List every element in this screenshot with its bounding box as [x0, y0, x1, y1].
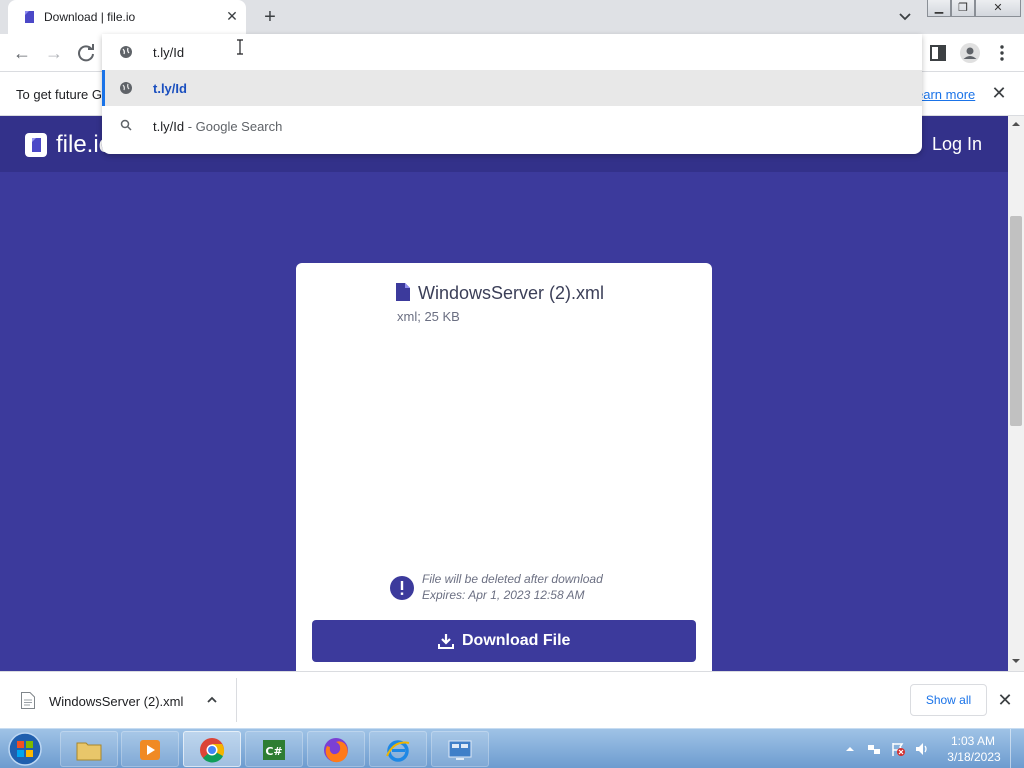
- tab-title: Download | file.io: [44, 10, 136, 24]
- page-scrollbar[interactable]: [1008, 116, 1024, 671]
- window-close-icon[interactable]: ✕: [975, 0, 1021, 17]
- search-query: t.ly/Id: [153, 119, 185, 134]
- expiry-text: Expires: Apr 1, 2023 12:58 AM: [422, 588, 585, 602]
- menu-kebab-icon[interactable]: [990, 41, 1014, 65]
- scroll-up-icon[interactable]: [1012, 120, 1020, 128]
- tab-search-chevron-icon[interactable]: [895, 8, 915, 26]
- taskbar-ie[interactable]: [369, 731, 427, 767]
- media-player-icon: [140, 740, 160, 760]
- info-bar-close-icon[interactable]: ✕: [990, 84, 1008, 102]
- tab-close-icon[interactable]: ✕: [224, 8, 240, 24]
- new-tab-plus-icon[interactable]: +: [258, 5, 282, 29]
- download-shelf-close-icon[interactable]: ✕: [996, 691, 1014, 709]
- csharp-icon: C#: [263, 740, 285, 760]
- taskbar-explorer[interactable]: [60, 731, 118, 767]
- tab-strip: Download | file.io ✕ + ▁ ❐ ✕: [0, 0, 1024, 34]
- show-all-button[interactable]: Show all: [910, 684, 987, 716]
- address-bar[interactable]: t.ly/Id: [102, 34, 922, 70]
- xml-file-icon: [21, 692, 35, 709]
- address-input[interactable]: t.ly/Id: [153, 45, 184, 60]
- action-center-flag-icon[interactable]: [890, 741, 906, 757]
- internet-explorer-icon: [386, 740, 410, 762]
- globe-icon: [120, 46, 132, 58]
- suggestion-url-text: t.ly/Id: [153, 81, 187, 96]
- network-icon[interactable]: [866, 741, 882, 757]
- forward-arrow-icon[interactable]: →: [42, 41, 66, 65]
- suggestion-search[interactable]: t.ly/Id - Google Search: [102, 108, 922, 144]
- download-card: WindowsServer (2).xml xml; 25 KB File wi…: [296, 263, 712, 671]
- chevron-up-icon[interactable]: [205, 693, 219, 707]
- login-link[interactable]: Log In: [932, 134, 982, 155]
- scrollbar-thumb[interactable]: [1010, 216, 1022, 426]
- delete-warning: File will be deleted after download: [422, 572, 603, 586]
- file-icon: [396, 283, 410, 301]
- download-icon: [438, 634, 454, 649]
- svg-text:C#: C#: [265, 745, 282, 758]
- text-cursor-icon: [237, 39, 243, 55]
- chrome-icon: [200, 738, 225, 763]
- show-desktop-button[interactable]: [1010, 729, 1024, 768]
- window-controls: ▁ ❐ ✕: [927, 0, 1021, 18]
- tab-download-fileio[interactable]: Download | file.io ✕: [8, 0, 246, 34]
- scroll-down-icon[interactable]: [1012, 657, 1020, 665]
- search-separator: -: [184, 119, 196, 134]
- downloaded-file-name[interactable]: WindowsServer (2).xml: [49, 694, 183, 709]
- search-icon: [120, 119, 132, 131]
- firefox-icon: [324, 738, 348, 763]
- suggestion-url[interactable]: t.ly/Id: [102, 70, 922, 106]
- file-name: WindowsServer (2).xml: [418, 283, 605, 303]
- search-engine-label: Google Search: [195, 119, 283, 134]
- volume-icon[interactable]: [914, 741, 930, 757]
- taskbar-media-player[interactable]: [121, 731, 179, 767]
- tray-expand-icon[interactable]: [844, 741, 856, 757]
- fileio-favicon-icon: [25, 11, 34, 23]
- suggestion-search-text: t.ly/Id - Google Search: [153, 119, 282, 134]
- download-shelf: WindowsServer (2).xml Show all ✕: [0, 671, 1024, 728]
- restore-icon[interactable]: ❐: [951, 0, 975, 17]
- file-meta: xml; 25 KB: [397, 309, 460, 324]
- page-content: file.io Log In WindowsServer (2).xml xml…: [0, 116, 1008, 671]
- fileio-logo-icon: [25, 133, 47, 157]
- start-orb-icon[interactable]: [4, 731, 46, 767]
- minimize-icon[interactable]: ▁: [927, 0, 951, 17]
- reload-icon[interactable]: [74, 41, 98, 65]
- back-arrow-icon[interactable]: ←: [10, 41, 34, 65]
- taskbar-chrome[interactable]: [183, 731, 241, 767]
- omnibox-dropdown: t.ly/Id t.ly/Id t.ly/Id - Google Search: [102, 34, 922, 154]
- clock-date[interactable]: 3/18/2023: [946, 750, 1002, 764]
- folder-icon: [76, 742, 102, 761]
- remote-desktop-icon: [448, 740, 472, 760]
- download-button-label: Download File: [462, 632, 571, 649]
- exclamation-icon: [390, 576, 414, 600]
- windows-taskbar: C# 1:03 AM 3/18/2023: [0, 728, 1024, 768]
- download-divider: [236, 678, 237, 722]
- profile-avatar-icon[interactable]: [958, 41, 982, 65]
- side-panel-icon[interactable]: [926, 41, 950, 65]
- clock-time[interactable]: 1:03 AM: [950, 734, 996, 748]
- taskbar-csharp[interactable]: C#: [245, 731, 303, 767]
- globe-icon: [120, 82, 132, 94]
- taskbar-app[interactable]: [431, 731, 489, 767]
- download-file-button[interactable]: Download File: [312, 620, 696, 662]
- info-bar-text: To get future G: [16, 87, 102, 102]
- learn-more-link[interactable]: earn more: [916, 87, 975, 102]
- taskbar-firefox[interactable]: [307, 731, 365, 767]
